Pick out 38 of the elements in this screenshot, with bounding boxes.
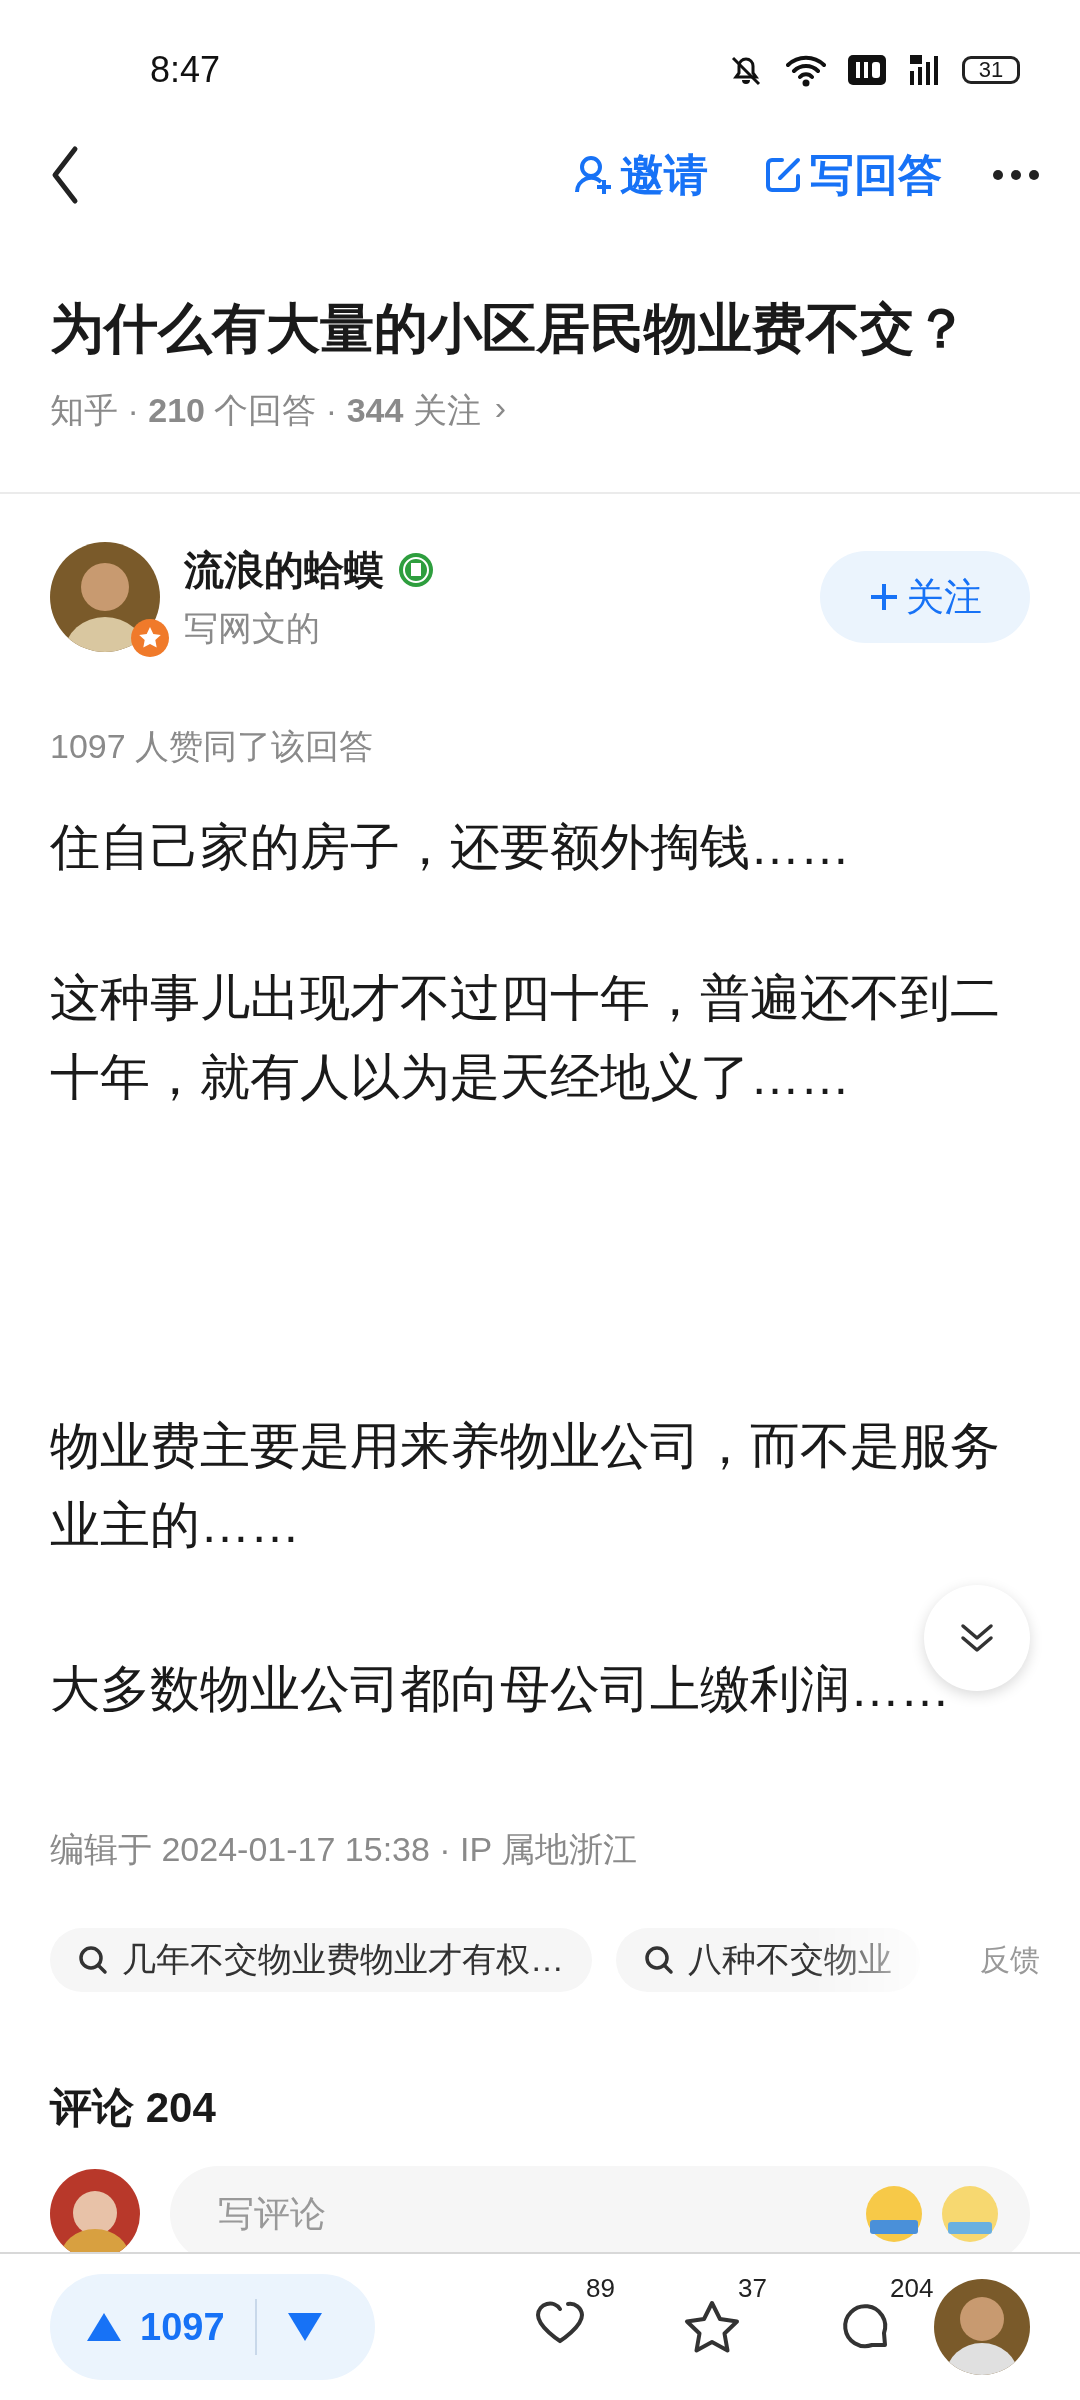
comments-heading: 评论 204 (48, 2083, 217, 2133)
search-icon (644, 1945, 674, 1975)
answer-paragraph: 住自己家的房子，还要额外掏钱…… (50, 818, 850, 877)
write-answer-button[interactable]: 写回答 (764, 145, 942, 205)
search-icon (78, 1945, 108, 1975)
comment-input[interactable]: 写评论 (216, 2192, 864, 2236)
question-stats[interactable]: 知乎 · 210 个回答 · 344 关注 (50, 388, 481, 434)
feedback-link[interactable]: 反馈 (980, 1939, 1080, 1981)
count-label: 37 (738, 2273, 767, 2304)
battery-level: 31 (962, 56, 1020, 84)
count-label: 204 (890, 2273, 934, 2304)
clock-time: 8:47 (150, 49, 222, 91)
answer-paragraph: 物业费主要是用来养物业公司，而不是服务业主的…… (50, 1417, 1001, 1555)
double-chevron-icon (959, 1622, 995, 1654)
signal-icon (908, 53, 940, 87)
count-label: 89 (586, 2273, 615, 2304)
up-triangle-icon (86, 2311, 122, 2343)
answer-paragraph: 大多数物业公司都向母公司上缴利润…… (50, 1660, 950, 1719)
author-name[interactable]: 流浪的蛤蟆 (184, 542, 384, 598)
search-suggestion[interactable]: 几年不交物业费物业才有权… (50, 1928, 592, 1992)
upvote-note: 1097 人赞同了该回答 (49, 726, 375, 767)
wifi-icon (786, 53, 826, 87)
author-bio: 写网文的 (184, 607, 321, 649)
chevron-icon[interactable]: › (494, 388, 507, 434)
edit-info: 编辑于 2024-01-17 15:38 · IP 属地浙江 (49, 1829, 639, 1870)
follow-button[interactable]: 关注 (820, 551, 1030, 643)
answer-paragraph: 这种事儿出现才不过四十年，普遍还不到二十年，就有人以为是天经地义了…… (50, 969, 1001, 1107)
badge-icon (130, 618, 170, 658)
emoji-icon[interactable] (864, 2184, 924, 2244)
downvote-button[interactable] (286, 2311, 323, 2343)
question-title: 为什么有大量的小区居民物业费不交？ (50, 297, 969, 360)
invite-button[interactable]: 邀请 (574, 145, 708, 205)
upvote-button[interactable]: 1097 (86, 2305, 225, 2349)
more-icon[interactable] (992, 167, 1040, 183)
star-icon (682, 2299, 742, 2355)
plus-icon (868, 581, 900, 613)
person-add-icon (574, 154, 614, 196)
down-triangle-icon (286, 2311, 323, 2343)
